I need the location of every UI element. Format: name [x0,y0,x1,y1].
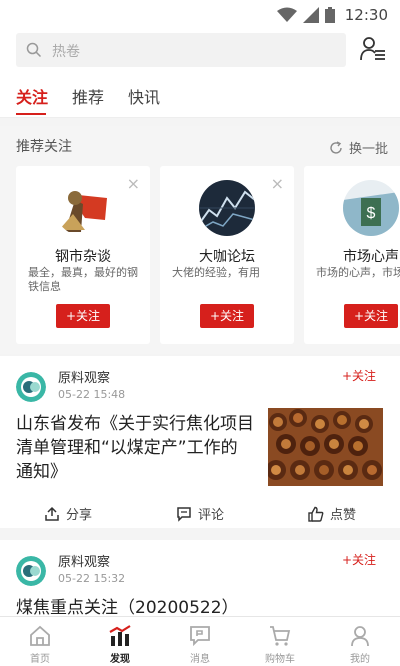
nav-label: 首页 [30,654,50,665]
post-time: 05-22 15:32 [58,572,126,585]
like-button[interactable]: 点赞 [308,504,356,523]
share-button[interactable]: 分享 [44,504,92,523]
status-icons: 12:30 [276,6,388,24]
status-bar: 12:30 [0,0,400,30]
account-description: 最全，最真，最好的钢铁信息 [28,266,138,293]
recommend-card[interactable]: × 大咖论坛 大佬的经验，有用 +关注 [160,166,294,344]
nav-label: 我的 [350,654,370,665]
share-label: 分享 [66,508,93,523]
search-placeholder: 热卷 [52,44,80,60]
account-description: 大佬的经验，有用 [172,266,260,279]
avatar: $ [343,180,399,236]
tab-bar: 关注 推荐 快讯 [0,70,400,118]
recommend-card[interactable]: × 钢市杂谈 最全，最真，最好的钢铁信息 +关注 [16,166,150,344]
account-description: 市场的心声，市场动态 [316,266,400,279]
comment-icon [177,506,191,522]
tab-recommend[interactable]: 推荐 [72,84,104,108]
recommend-title: 推荐关注 [16,139,72,155]
post-actions: 分享 评论 点赞 [0,494,400,534]
author-name[interactable]: 原料观察 [58,551,110,570]
account-name: 钢市杂谈 [55,249,111,265]
wifi-icon [276,7,297,22]
cart-icon [270,626,291,646]
user-settings-icon[interactable] [360,36,386,62]
close-icon[interactable]: × [271,174,284,193]
chart-icon [109,625,131,646]
post-headline[interactable]: 山东省发布《关于实行焦化项目清单管理和“以煤定产”工作的通知》 [16,412,254,484]
svg-text:$: $ [367,205,376,222]
like-label: 点赞 [330,508,357,523]
refresh-label: 换一批 [348,142,388,157]
home-icon [30,625,50,646]
author-avatar[interactable] [16,372,46,402]
signal-icon [302,7,319,23]
nav-home[interactable]: 首页 [0,617,80,666]
nav-profile[interactable]: 我的 [320,617,400,666]
tab-flash-news[interactable]: 快讯 [128,84,160,108]
comment-label: 评论 [198,508,225,523]
nav-label: 购物车 [265,654,295,665]
follow-button[interactable]: +关注 [344,304,398,328]
nav-label: 消息 [190,654,210,665]
recommend-cards: × 钢市杂谈 最全，最真，最好的钢铁信息 +关注 × 大咖论坛 大佬的经验，有用… [16,166,400,344]
avatar [199,180,255,236]
follow-button[interactable]: +关注 [56,304,110,328]
account-name: 市场心声 [343,249,399,265]
refresh-icon [330,140,342,154]
feed-card[interactable]: 原料观察 05-22 15:32 +关注 煤焦重点关注（20200522） [0,540,400,618]
avatar [55,180,111,236]
message-icon [190,626,210,647]
feed-card[interactable]: 原料观察 05-22 15:48 +关注 山东省发布《关于实行焦化项目清单管理和… [0,356,400,528]
follow-button[interactable]: +关注 [200,304,254,328]
nav-label: 发现 [110,654,130,665]
comment-button[interactable]: 评论 [176,504,224,523]
tab-follow[interactable]: 关注 [16,84,48,108]
tab-active-indicator [16,113,46,115]
follow-button[interactable]: +关注 [342,367,376,384]
bottom-nav: 首页 发现 消息 购物车 我的 [0,616,400,666]
post-thumbnail[interactable] [268,408,383,486]
clock: 12:30 [344,6,388,24]
nav-cart[interactable]: 购物车 [240,617,320,666]
search-icon [26,42,42,58]
follow-button[interactable]: +关注 [342,551,376,568]
refresh-button[interactable]: 换一批 [329,138,388,157]
author-name[interactable]: 原料观察 [58,367,110,386]
profile-icon [351,626,369,647]
post-time: 05-22 15:48 [58,388,126,401]
thumbs-up-icon [308,506,324,522]
recommend-section: 推荐关注 换一批 × 钢市杂谈 最全，最真，最好的钢铁信息 +关注 × 大咖论坛… [0,126,400,354]
recommend-card[interactable]: $ 市场心声 市场的心声，市场动态 +关注 [304,166,400,344]
author-avatar[interactable] [16,556,46,586]
account-name: 大咖论坛 [199,249,255,265]
nav-discover[interactable]: 发现 [80,617,160,666]
search-input[interactable]: 热卷 [16,33,346,67]
header: 热卷 [0,30,400,70]
share-icon [45,506,59,521]
close-icon[interactable]: × [127,174,140,193]
nav-messages[interactable]: 消息 [160,617,240,666]
battery-icon [324,7,335,23]
